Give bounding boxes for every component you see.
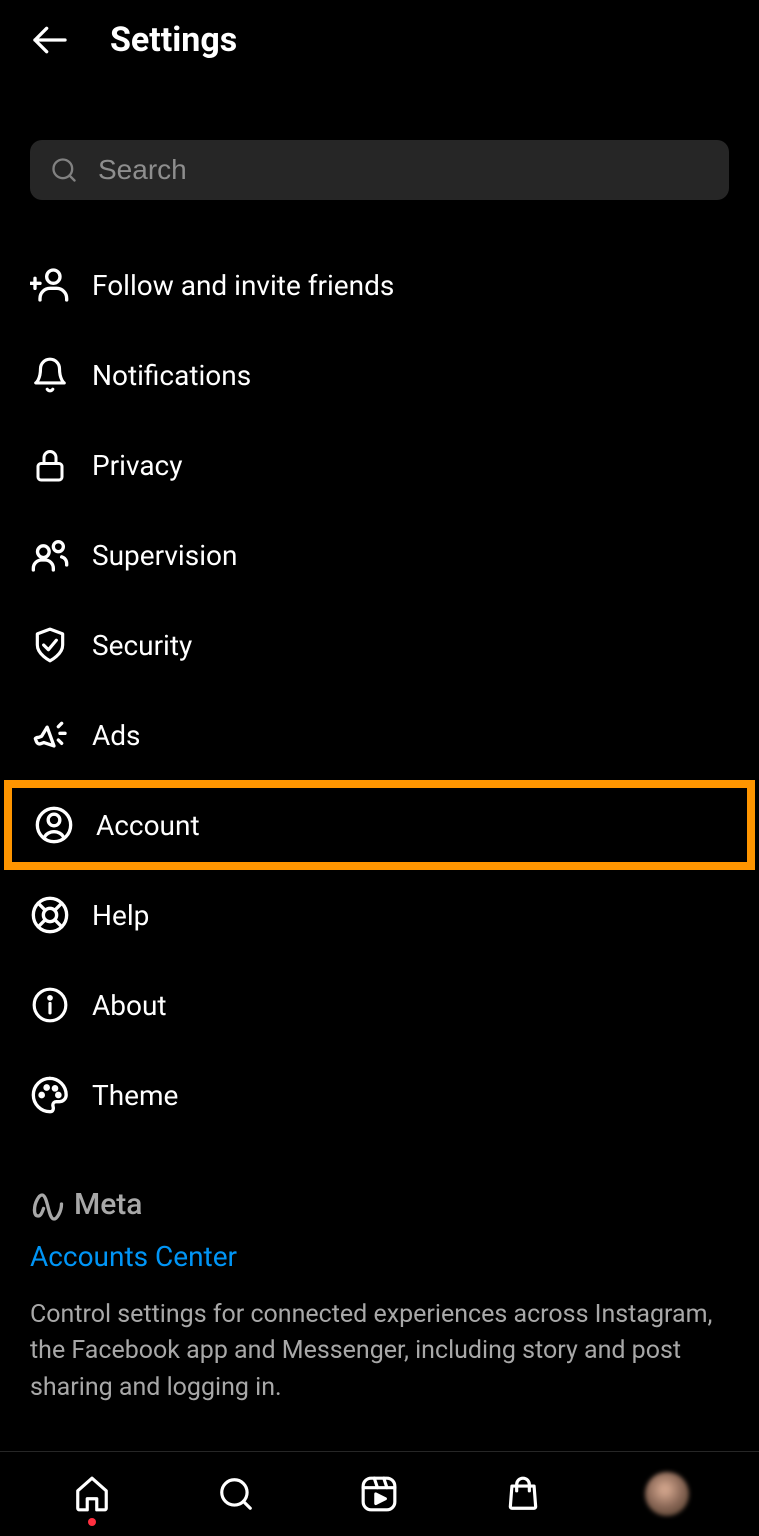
settings-menu: Follow and invite friends Notifications … [0,220,759,1140]
menu-item-label: Theme [92,1079,178,1112]
meta-logo-icon [30,1186,66,1222]
lifebuoy-icon [30,895,70,935]
menu-item-follow-invite[interactable]: Follow and invite friends [0,240,759,330]
nav-search[interactable] [214,1472,258,1516]
menu-item-label: Notifications [92,359,251,392]
nav-profile[interactable] [645,1472,689,1516]
meta-brand-text: Meta [74,1187,142,1222]
megaphone-icon [30,715,70,755]
home-icon [73,1475,111,1513]
palette-icon [30,1075,70,1115]
menu-item-label: Security [92,629,192,662]
nav-home[interactable] [70,1472,114,1516]
arrow-left-icon [30,20,70,60]
search-bar[interactable] [30,140,729,200]
avatar [645,1472,689,1516]
menu-item-supervision[interactable]: Supervision [0,510,759,600]
nav-shop[interactable] [501,1472,545,1516]
bell-icon [30,355,70,395]
menu-item-label: Privacy [92,449,182,482]
menu-item-label: Help [92,899,149,932]
reels-icon [360,1475,398,1513]
menu-item-label: Follow and invite friends [92,269,394,302]
meta-description: Control settings for connected experienc… [30,1297,729,1406]
nav-reels[interactable] [357,1472,401,1516]
user-circle-icon [34,805,74,845]
menu-item-label: Supervision [92,539,237,572]
meta-brand: Meta [30,1186,729,1222]
menu-item-help[interactable]: Help [0,870,759,960]
person-add-icon [30,265,70,305]
header: Settings [0,0,759,80]
menu-item-label: Account [96,809,200,842]
back-button[interactable] [30,20,70,60]
search-icon [217,1475,255,1513]
menu-item-ads[interactable]: Ads [0,690,759,780]
menu-item-theme[interactable]: Theme [0,1050,759,1140]
search-icon [50,156,78,184]
people-icon [30,535,70,575]
search-input[interactable] [98,154,709,186]
bottom-nav [0,1451,759,1536]
shield-check-icon [30,625,70,665]
page-title: Settings [110,20,237,60]
notification-dot [88,1518,96,1526]
menu-item-label: About [92,989,167,1022]
menu-item-about[interactable]: About [0,960,759,1050]
shop-icon [504,1475,542,1513]
menu-item-label: Ads [92,719,141,752]
menu-item-account[interactable]: Account [4,780,755,870]
info-icon [30,985,70,1025]
menu-item-security[interactable]: Security [0,600,759,690]
meta-section: Meta Accounts Center Control settings fo… [0,1140,759,1406]
lock-icon [30,445,70,485]
menu-item-privacy[interactable]: Privacy [0,420,759,510]
menu-item-notifications[interactable]: Notifications [0,330,759,420]
accounts-center-link[interactable]: Accounts Center [30,1240,729,1273]
